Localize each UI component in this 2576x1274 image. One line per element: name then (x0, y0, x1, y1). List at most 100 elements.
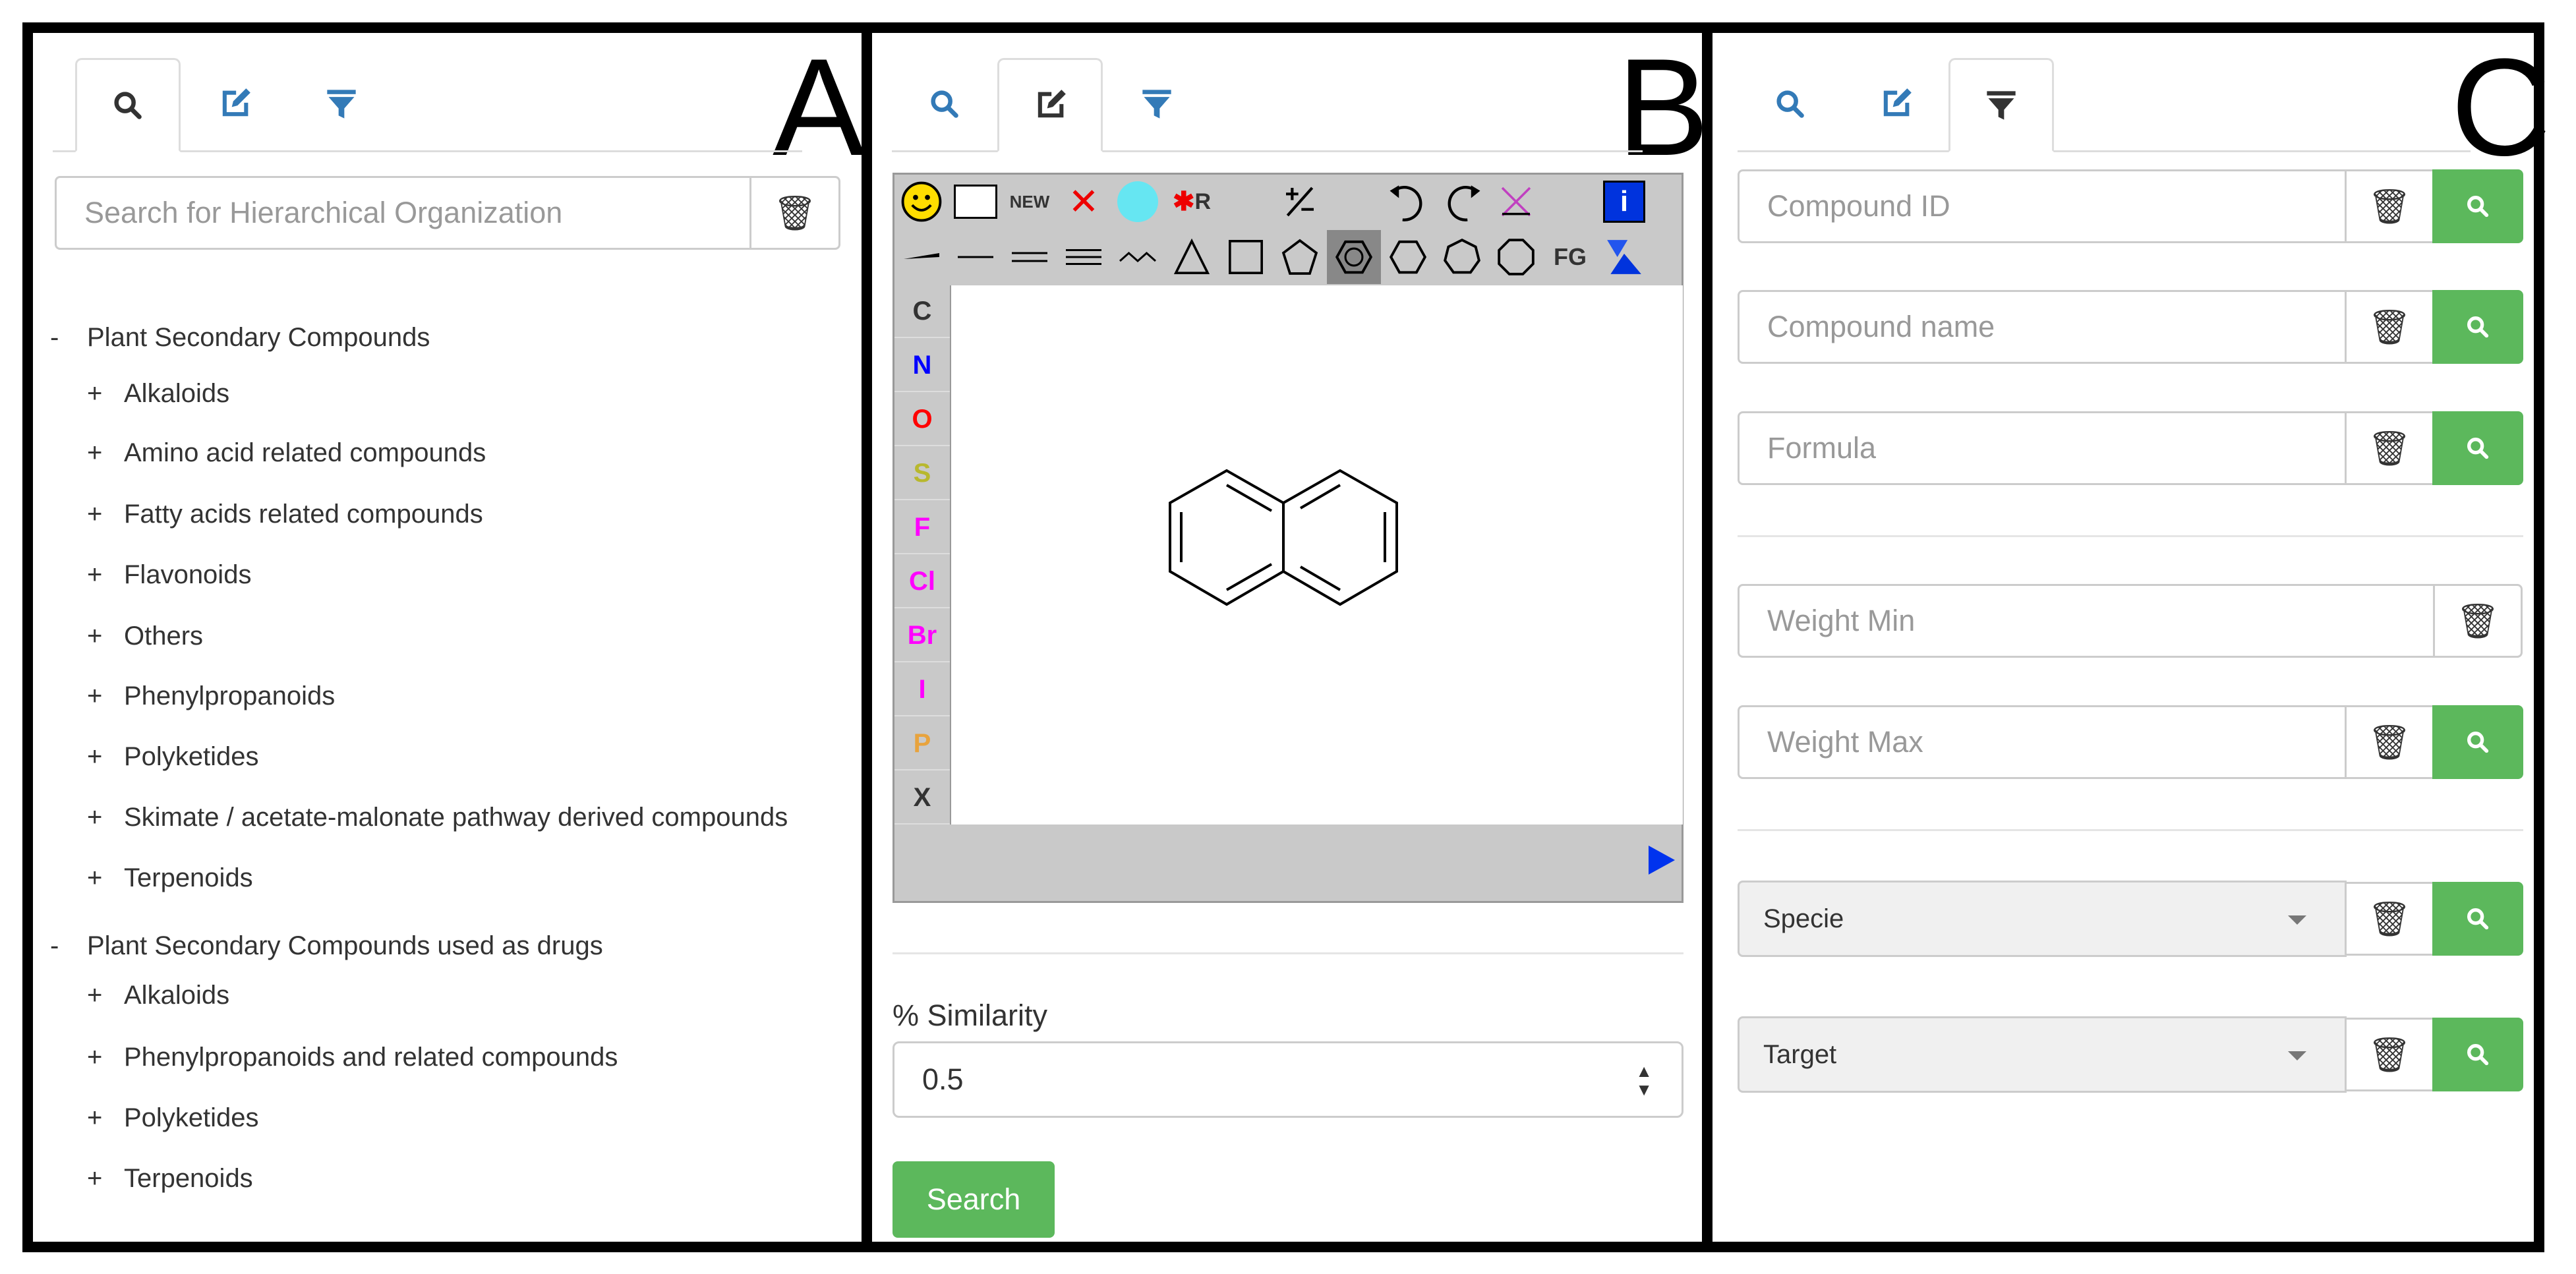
tree-item[interactable]: + Amino acid related compounds (87, 438, 486, 468)
ring7-button[interactable] (1435, 230, 1489, 284)
tree-group[interactable]: - Plant Secondary Compounds used as drugs (50, 931, 603, 961)
tree-group[interactable]: - Plant Secondary Compounds (50, 323, 430, 353)
tab-draw[interactable] (997, 58, 1103, 152)
clear-weight-min-button[interactable]: 🗑 (2433, 584, 2523, 658)
new-button[interactable]: NEW (1003, 175, 1057, 229)
ring8-button[interactable] (1489, 230, 1543, 284)
tree-item[interactable]: + Flavonoids (87, 560, 251, 590)
formula-input[interactable]: Formula (1738, 411, 2347, 485)
triple-bond-button[interactable] (1057, 230, 1111, 284)
select-rect-button[interactable] (949, 175, 1003, 229)
smiles-button[interactable] (894, 175, 949, 229)
clear-formula-button[interactable]: 🗑 (2345, 411, 2434, 485)
tree-item[interactable]: + Phenylpropanoids and related compounds (87, 1043, 618, 1072)
collapse-toggle[interactable]: - (50, 931, 87, 961)
tree-item[interactable]: + Fatty acids related compounds (87, 500, 483, 529)
expand-toggle[interactable]: + (87, 379, 124, 409)
atom-button-n[interactable]: N (894, 339, 950, 392)
chain-button[interactable] (1111, 230, 1165, 284)
tab-filter[interactable] (289, 58, 394, 150)
undo-button[interactable] (1381, 175, 1435, 229)
tab-filter[interactable] (1948, 58, 2054, 152)
atom-button-cl[interactable]: Cl (894, 556, 950, 608)
clear-compound-id-button[interactable]: 🗑 (2345, 169, 2434, 243)
tab-search[interactable] (75, 58, 181, 152)
expand-toggle[interactable]: + (87, 981, 124, 1010)
molecule-editor[interactable]: NEW ✕ ✱ R i FG C N O S F Cl Br I P X (893, 173, 1683, 903)
expand-toggle[interactable]: + (87, 1103, 124, 1133)
expand-toggle[interactable]: + (87, 560, 124, 590)
tree-item[interactable]: + Others (87, 622, 203, 651)
search-button[interactable]: Search (893, 1161, 1055, 1238)
tree-item[interactable]: + Skimate / acetate-malonate pathway deri… (87, 803, 788, 832)
tab-search[interactable] (892, 58, 997, 150)
functional-group-button[interactable]: FG (1543, 230, 1597, 284)
search-compound-id-button[interactable] (2432, 169, 2523, 243)
atom-button-br[interactable]: Br (894, 610, 950, 662)
ring3-button[interactable] (1165, 230, 1219, 284)
tree-item[interactable]: + Polyketides (87, 742, 259, 772)
tree-item[interactable]: + Alkaloids (87, 981, 229, 1010)
clear-specie-button[interactable]: 🗑 (2345, 882, 2434, 956)
clear-search-button[interactable]: 🗑 (749, 176, 840, 250)
delete-r-button[interactable]: ✱ R (1165, 175, 1219, 229)
charge-button[interactable] (1273, 175, 1327, 229)
spinner-icon[interactable]: ▲ ▼ (1635, 1062, 1653, 1099)
expand-toggle[interactable]: + (87, 1043, 124, 1072)
target-select[interactable]: Target (1738, 1016, 2347, 1093)
expand-toggle[interactable]: + (87, 1164, 124, 1194)
ring6-button[interactable] (1381, 230, 1435, 284)
play-icon[interactable] (1649, 846, 1675, 875)
clear-weight-max-button[interactable]: 🗑 (2345, 705, 2434, 779)
weight-min-input[interactable]: Weight Min (1738, 584, 2435, 658)
search-formula-button[interactable] (2432, 411, 2523, 485)
weight-max-input[interactable]: Weight Max (1738, 705, 2347, 779)
wedge-bond-button[interactable] (894, 230, 949, 284)
info-button[interactable]: i (1597, 175, 1651, 229)
tree-item[interactable]: + Phenylpropanoids (87, 681, 335, 711)
atom-button-x[interactable]: X (894, 772, 950, 825)
expand-toggle[interactable]: + (87, 438, 124, 468)
single-bond-button[interactable] (949, 230, 1003, 284)
clear-map-button[interactable] (1489, 175, 1543, 229)
charge-color-button[interactable] (1111, 175, 1165, 229)
expand-toggle[interactable]: + (87, 622, 124, 651)
atom-button-p[interactable]: P (894, 718, 950, 770)
atom-button-s[interactable]: S (894, 448, 950, 500)
clear-compound-name-button[interactable]: 🗑 (2345, 290, 2434, 364)
expand-toggle[interactable]: + (87, 863, 124, 893)
clear-target-button[interactable]: 🗑 (2345, 1018, 2434, 1091)
atom-button-c[interactable]: C (894, 285, 950, 338)
benzene-button[interactable] (1327, 230, 1381, 284)
tree-item[interactable]: + Terpenoids (87, 863, 253, 893)
ring5-button[interactable] (1273, 230, 1327, 284)
tree-item[interactable]: + Alkaloids (87, 379, 229, 409)
expand-toggle[interactable]: + (87, 681, 124, 711)
search-target-button[interactable] (2432, 1018, 2523, 1091)
search-compound-name-button[interactable] (2432, 290, 2523, 364)
specie-select[interactable]: Specie (1738, 881, 2347, 957)
hierarchy-search-input[interactable]: Search for Hierarchical Organization (55, 176, 751, 250)
atom-button-f[interactable]: F (894, 502, 950, 554)
atom-button-i[interactable]: I (894, 664, 950, 716)
tree-item[interactable]: + Terpenoids (87, 1164, 253, 1194)
compound-id-input[interactable]: Compound ID (1738, 169, 2347, 243)
expand-toggle[interactable]: + (87, 500, 124, 529)
search-specie-button[interactable] (2432, 882, 2523, 956)
search-weight-button[interactable] (2432, 705, 2523, 779)
template-button[interactable] (1597, 230, 1651, 284)
redo-button[interactable] (1435, 175, 1489, 229)
expand-toggle[interactable]: + (87, 803, 124, 832)
compound-name-input[interactable]: Compound name (1738, 290, 2347, 364)
collapse-toggle[interactable]: - (50, 323, 87, 353)
ring4-button[interactable] (1219, 230, 1273, 284)
double-bond-button[interactable] (1003, 230, 1057, 284)
tab-filter[interactable] (1104, 58, 1210, 150)
tree-item[interactable]: + Polyketides (87, 1103, 259, 1133)
tab-search[interactable] (1738, 58, 1843, 150)
drawing-canvas[interactable] (950, 285, 1683, 825)
tab-draw[interactable] (182, 58, 287, 150)
similarity-input[interactable]: 0.5 ▲ ▼ (893, 1041, 1683, 1118)
expand-toggle[interactable]: + (87, 742, 124, 772)
delete-button[interactable]: ✕ (1057, 175, 1111, 229)
